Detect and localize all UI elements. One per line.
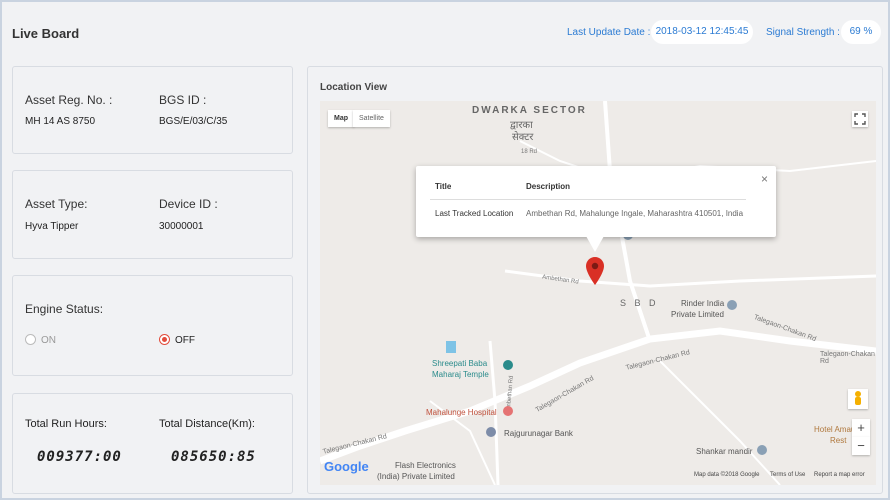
map-type-satellite-button[interactable]: Satellite <box>353 110 390 127</box>
engine-off-label: OFF <box>175 335 195 346</box>
zoom-in-button[interactable]: + <box>852 419 870 437</box>
popup-divider <box>430 199 746 200</box>
popup-row-description: Ambethan Rd, Mahalunge Ingale, Maharasht… <box>526 209 744 218</box>
map-label-shreepati-2: Maharaj Temple <box>432 370 489 379</box>
map-canvas[interactable]: Map Satellite DWARKA SECTOR द्वारका सेक्… <box>320 101 876 485</box>
map-label-hotel-2: Rest <box>830 436 847 445</box>
map-label-rinder-2: Private Limited <box>671 310 724 319</box>
popup-col-title: Title <box>435 182 452 191</box>
map-label-talegaon-3: Talegaon-Chakan Rd <box>820 351 875 365</box>
poi-temple-icon <box>503 360 513 370</box>
popup-row-title: Last Tracked Location <box>435 209 514 218</box>
map-label-dwarka: DWARKA SECTOR <box>472 105 587 116</box>
map-label-18rd: 18 Rd <box>521 149 538 155</box>
fullscreen-icon <box>854 113 866 125</box>
asset-reg-value: MH 14 AS 8750 <box>25 116 96 127</box>
zoom-out-button[interactable]: − <box>852 437 870 455</box>
poi-bank-icon <box>486 427 496 437</box>
location-pin-icon[interactable] <box>586 257 604 285</box>
terms-of-use-link[interactable]: Terms of Use <box>770 472 805 478</box>
engine-status-label: Engine Status: <box>25 302 104 316</box>
poi-hospital-icon <box>503 406 513 416</box>
map-label-flash-1: Flash Electronics <box>395 461 456 470</box>
engine-on-radio[interactable] <box>25 334 36 345</box>
bgs-id-label: BGS ID : <box>159 93 207 107</box>
signal-strength-value: 69 % <box>841 20 881 44</box>
engine-on-label: ON <box>41 335 56 346</box>
pegman-icon <box>855 391 861 405</box>
asset-reg-label: Asset Reg. No. : <box>25 93 113 107</box>
last-update-value: 2018-03-12 12:45:45 <box>651 20 753 44</box>
device-id-label: Device ID : <box>159 197 218 211</box>
signal-strength-label: Signal Strength : <box>766 27 840 38</box>
engine-off-radio[interactable] <box>159 334 170 345</box>
report-map-error-link[interactable]: Report a map error <box>814 472 865 478</box>
popup-pointer <box>586 236 604 252</box>
poi-rinder-icon <box>727 300 737 310</box>
map-label-flash-2: (India) Private Limited <box>377 472 455 481</box>
water-patch <box>446 341 456 353</box>
popup-close-icon[interactable]: × <box>761 172 768 186</box>
asset-type-value: Hyva Tipper <box>25 221 79 232</box>
totals-card: Total Run Hours: 009377:00 Total Distanc… <box>12 393 293 494</box>
asset-type-card: Asset Type: Hyva Tipper Device ID : 3000… <box>12 170 293 259</box>
map-label-dwarka-hi-2: सेक्टर <box>512 132 534 143</box>
distance-label: Total Distance(Km): <box>159 418 255 430</box>
map-label-rajgurunagar: Rajgurunagar Bank <box>504 429 573 438</box>
asset-reg-card: Asset Reg. No. : MH 14 AS 8750 BGS ID : … <box>12 66 293 154</box>
road-local-2 <box>659 360 781 485</box>
google-logo: Google <box>324 459 369 474</box>
bgs-id-value: BGS/E/03/C/35 <box>159 116 228 127</box>
location-info-popup: Title Description Last Tracked Location … <box>416 166 776 237</box>
location-view-title: Location View <box>320 82 388 93</box>
run-hours-label: Total Run Hours: <box>25 418 107 430</box>
map-roads <box>320 101 876 485</box>
popup-col-description: Description <box>526 182 571 191</box>
header-bar: Live Board Last Update Date : 2018-03-12… <box>2 2 888 60</box>
page-title: Live Board <box>12 26 80 41</box>
engine-status-card: Engine Status: ON OFF <box>12 275 293 376</box>
map-data-credit: Map data ©2018 Google <box>694 472 760 478</box>
map-type-map-button[interactable]: Map <box>328 110 354 127</box>
distance-value: 085650:85 <box>171 449 256 465</box>
map-label-rinder-1: Rinder India <box>681 299 725 308</box>
street-view-button[interactable] <box>848 389 868 409</box>
fullscreen-button[interactable] <box>852 111 868 127</box>
poi-shankar-icon <box>757 445 767 455</box>
asset-type-label: Asset Type: <box>25 197 88 211</box>
last-update-label: Last Update Date : <box>567 27 651 38</box>
run-hours-value: 009377:00 <box>37 449 122 465</box>
map-label-mahalunge-hospital: Mahalunge Hospital <box>426 408 497 417</box>
map-label-shankar-mandir: Shankar mandir <box>696 447 753 456</box>
location-view-card: Location View Map Satellite DWARKA SECTO… <box>307 66 883 494</box>
road-talegaon-chakan <box>320 327 876 465</box>
device-id-value: 30000001 <box>159 221 204 232</box>
map-label-shreepati-1: Shreepati Baba <box>432 359 488 368</box>
map-label-sbd: S B D <box>620 298 659 308</box>
